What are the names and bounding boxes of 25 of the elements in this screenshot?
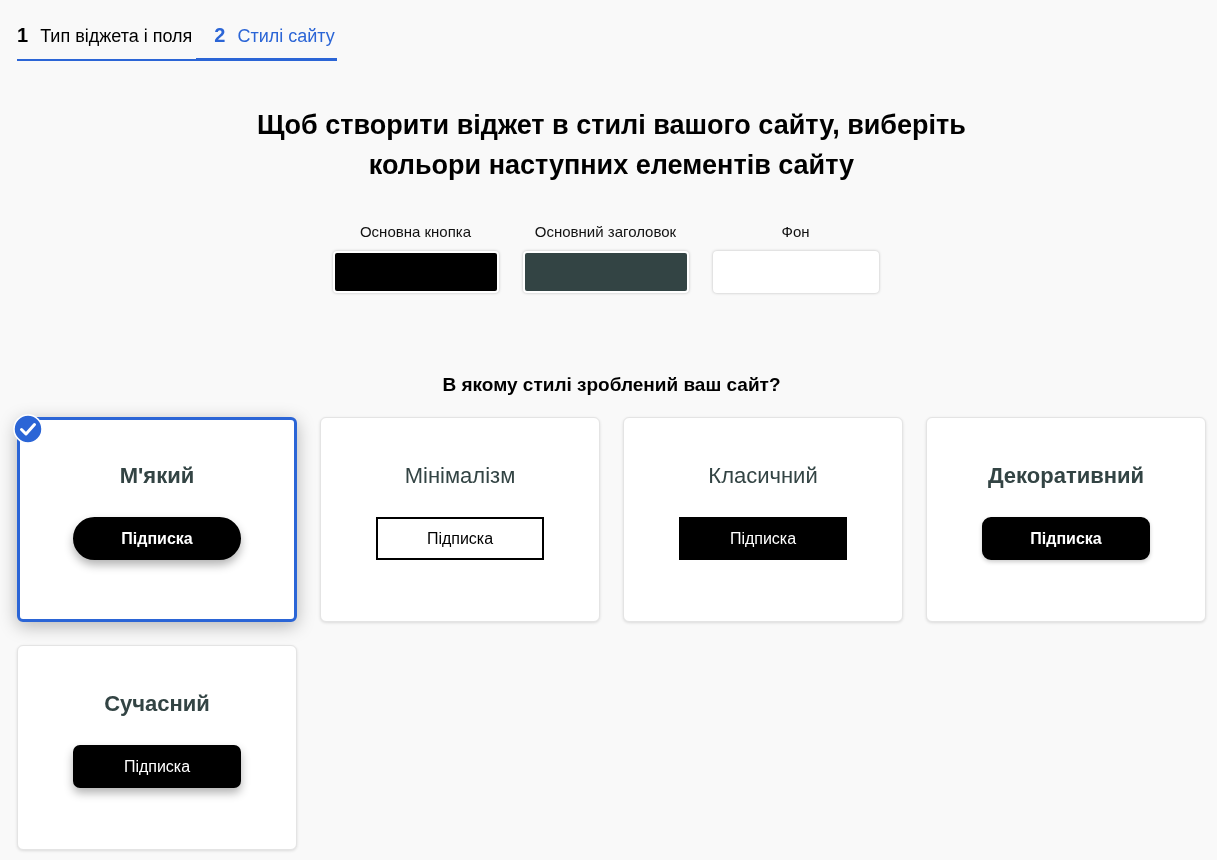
step-tab[interactable]: 1 Тип віджета і поля xyxy=(17,18,197,61)
sample-button: Підписка xyxy=(73,517,241,560)
color-label: Основний заголовок xyxy=(534,223,677,241)
step-tab[interactable]: 2 Стилі сайту xyxy=(196,18,337,61)
style-title: Декоративний xyxy=(987,462,1145,490)
page-heading: Щоб створити віджет в стилі вашого сайту, виберіть кольори наступних елементів сайту xyxy=(257,109,966,182)
style-card[interactable]: Мінімалізм Підписка xyxy=(320,417,600,622)
sample-button: Підписка xyxy=(982,517,1150,560)
color-swatch[interactable] xyxy=(712,251,879,293)
color-swatch[interactable] xyxy=(522,251,689,293)
style-title: Мінімалізм xyxy=(404,462,516,490)
style-title: М'який xyxy=(119,462,195,490)
sample-button: Підписка xyxy=(679,517,847,560)
sample-button: Підписка xyxy=(73,745,241,788)
style-card[interactable]: Класичний Підписка xyxy=(623,417,903,622)
style-card[interactable]: Декоративний Підписка xyxy=(926,417,1206,622)
section-question: В якому стилі зроблений ваш сайт? xyxy=(442,373,781,397)
color-swatch[interactable] xyxy=(332,251,499,293)
check-icon xyxy=(13,414,43,444)
color-label: Фон xyxy=(781,223,810,241)
style-title: Класичний xyxy=(708,462,818,490)
style-title: Сучасний xyxy=(104,690,210,718)
sample-button: Підписка xyxy=(376,517,544,560)
color-label: Основна кнопка xyxy=(359,223,472,241)
style-card[interactable]: Сучасний Підписка xyxy=(17,645,297,850)
